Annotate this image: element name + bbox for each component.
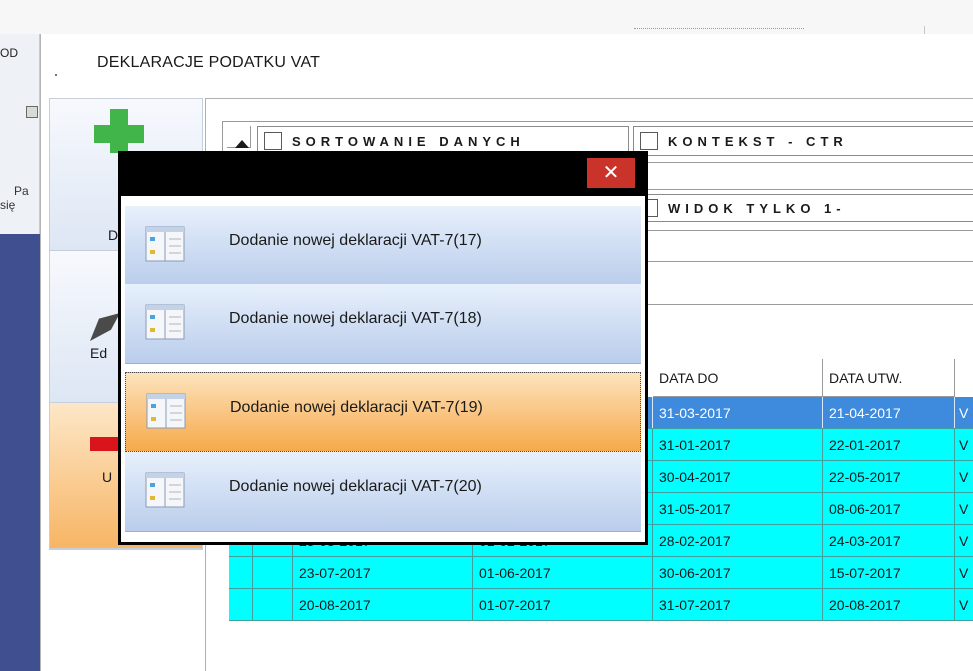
popup-item-vat7-18[interactable]: Dodanie nowej deklaracji VAT-7(18)	[125, 284, 641, 364]
pencil-icon	[90, 313, 120, 341]
table-gutter-cell	[229, 557, 253, 588]
view-input[interactable]	[616, 261, 973, 305]
window-icon	[55, 74, 57, 76]
form-window-icon	[145, 304, 185, 340]
background-title-strip	[0, 0, 973, 34]
table-cell-c5: V	[955, 589, 973, 620]
view-label: WIDOK TYLKO 1-	[668, 201, 846, 216]
table-cell-c2: 01-07-2017	[473, 589, 653, 620]
table-cell-c3: 31-05-2017	[653, 493, 823, 524]
window-title: DEKLARACJE PODATKU VAT	[97, 54, 321, 71]
table-cell-c3: 28-02-2017	[653, 525, 823, 556]
popup-item-vat7-20[interactable]: Dodanie nowej deklaracji VAT-7(20)	[125, 452, 641, 532]
delete-button-label: U	[102, 469, 113, 485]
table-cell-c3: 31-01-2017	[653, 429, 823, 460]
table-cell-c5: V	[955, 525, 973, 556]
printer-icon[interactable]	[26, 106, 38, 118]
form-window-icon	[146, 393, 186, 429]
form-window-icon	[145, 226, 185, 262]
table-cell-c4: 22-05-2017	[823, 461, 955, 492]
popup-item-label: Dodanie nowej deklaracji VAT-7(19)	[230, 399, 483, 416]
form-window-icon	[145, 472, 185, 508]
table-cell-c3: 31-03-2017	[653, 397, 823, 428]
background-left-panel: OD Pa się	[0, 34, 40, 671]
table-cell-c5: V	[955, 493, 973, 524]
add-declaration-popup: ✕ Dodanie nowej deklaracji VAT-7(17) Doda…	[118, 151, 648, 545]
background-tab-label[interactable]: OD	[0, 46, 18, 60]
plus-icon-bar	[94, 125, 144, 143]
context-header-cell: KONTEKST - CTR	[633, 126, 973, 156]
table-cell-c1: 23-07-2017	[293, 557, 473, 588]
background-label-pa: Pa	[14, 184, 29, 198]
table-cell-c3: 31-07-2017	[653, 589, 823, 620]
popup-header: ✕	[121, 154, 645, 196]
background-strip-marker	[634, 28, 804, 32]
close-button[interactable]: ✕	[587, 158, 635, 188]
table-cell-c4: 21-04-2017	[823, 397, 955, 428]
table-cell-c3: 30-04-2017	[653, 461, 823, 492]
table-cell-c4: 20-08-2017	[823, 589, 955, 620]
table-gutter-cell	[253, 557, 293, 588]
table-cell-c5: V	[955, 397, 973, 428]
table-cell-c4: 22-01-2017	[823, 429, 955, 460]
popup-item-label: Dodanie nowej deklaracji VAT-7(20)	[229, 478, 482, 495]
add-button-label: D	[108, 227, 119, 243]
background-label-sie: się	[0, 198, 16, 212]
table-cell-c5: V	[955, 461, 973, 492]
background-navy-panel	[0, 234, 40, 671]
table-cell-c2: 01-06-2017	[473, 557, 653, 588]
context-input[interactable]	[633, 162, 973, 190]
column-header-data-utw[interactable]: DATA UTW.	[823, 359, 955, 397]
popup-item-vat7-17[interactable]: Dodanie nowej deklaracji VAT-7(17)	[125, 206, 641, 286]
table-gutter-cell	[253, 589, 293, 620]
table-cell-c4: 24-03-2017	[823, 525, 955, 556]
table-cell-c3: 30-06-2017	[653, 557, 823, 588]
table-cell-c1: 20-08-2017	[293, 589, 473, 620]
table-cell-c5: V	[955, 557, 973, 588]
sort-checkbox[interactable]	[264, 132, 282, 150]
edit-button-label: Ed	[90, 345, 108, 361]
table-cell-c4: 15-07-2017	[823, 557, 955, 588]
sort-label: SORTOWANIE DANYCH	[292, 134, 525, 149]
table-row[interactable]: 23-07-2017 01-06-2017 30-06-2017 15-07-2017…	[229, 557, 973, 589]
table-cell-c5: V	[955, 429, 973, 460]
background-strip-separator	[924, 26, 925, 34]
column-header-data-do[interactable]: DATA DO	[653, 359, 823, 397]
context-checkbox[interactable]	[640, 132, 658, 150]
popup-menu: Dodanie nowej deklaracji VAT-7(17) Dodani…	[121, 196, 645, 542]
popup-item-label: Dodanie nowej deklaracji VAT-7(18)	[229, 310, 482, 327]
context-label: KONTEKST - CTR	[668, 134, 848, 149]
table-row[interactable]: 20-08-2017 01-07-2017 31-07-2017 20-08-2017…	[229, 589, 973, 621]
table-gutter-cell	[229, 589, 253, 620]
collapse-toggle[interactable]	[227, 126, 251, 148]
popup-item-vat7-19[interactable]: Dodanie nowej deklaracji VAT-7(19)	[125, 372, 641, 452]
view-header-cell: WIDOK TYLKO 1-	[633, 194, 973, 222]
table-cell-c4: 08-06-2017	[823, 493, 955, 524]
collapse-triangle-icon	[235, 140, 249, 148]
screen: OD Pa się DEKLARACJE PODATKU VAT D Ed U	[0, 0, 973, 671]
popup-item-label: Dodanie nowej deklaracji VAT-7(17)	[229, 232, 482, 249]
